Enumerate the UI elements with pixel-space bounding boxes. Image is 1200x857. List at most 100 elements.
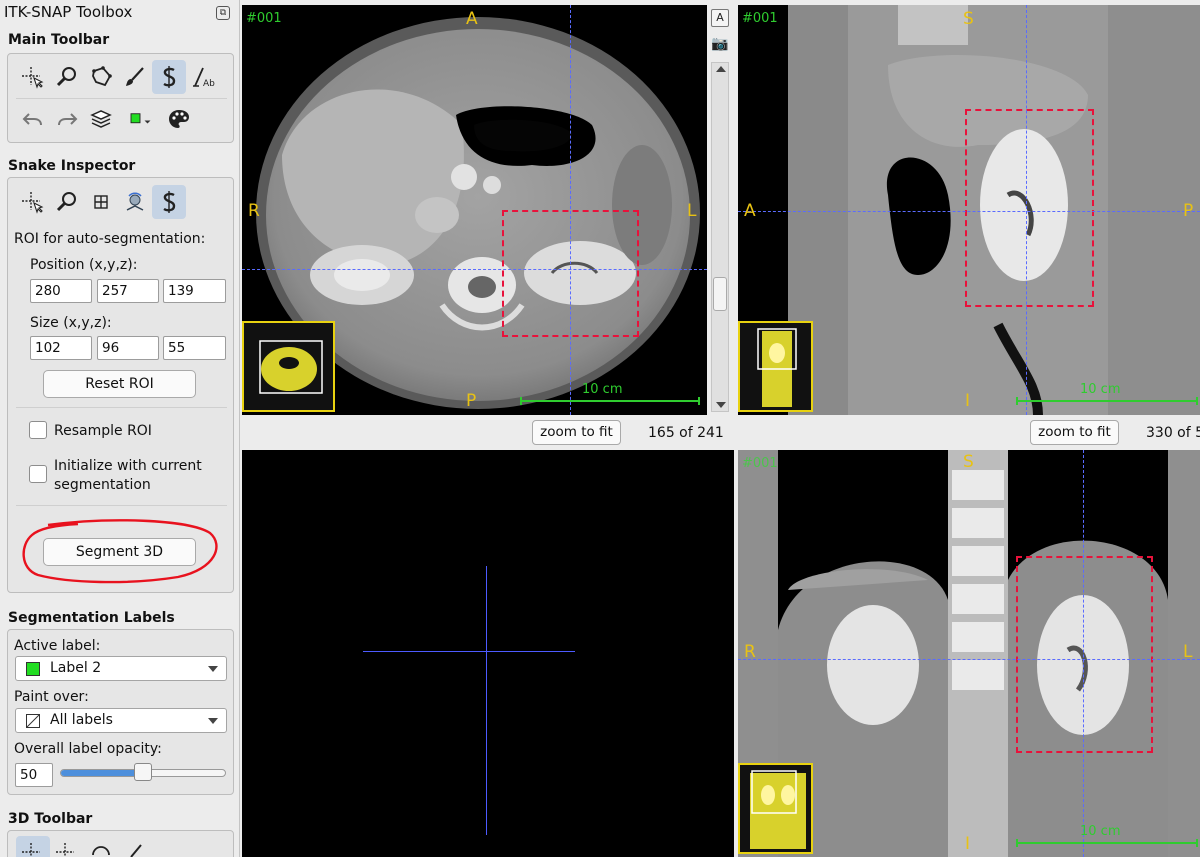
annotation-icon[interactable]: Ab	[186, 60, 220, 94]
resample-roi-checkbox[interactable]	[29, 421, 47, 439]
zoom-icon[interactable]	[50, 185, 84, 219]
annotation-ring	[22, 519, 218, 584]
scale-label: 10 cm	[1080, 382, 1121, 397]
label-color-swatch	[26, 662, 40, 676]
layer-number: #001	[742, 456, 778, 471]
3d-crosshair-vertical	[486, 566, 487, 835]
crosshair-alt-icon[interactable]	[50, 836, 84, 857]
position-z-field[interactable]: 139	[163, 279, 226, 303]
roi-box[interactable]	[965, 109, 1094, 307]
main-tools-row-2	[16, 101, 196, 137]
active-label-select[interactable]: Label 2	[15, 656, 227, 681]
inspector-divider-2	[16, 505, 227, 506]
main-toolbar-title: Main Toolbar	[8, 32, 110, 48]
orientation-left: A	[744, 201, 756, 221]
crosshair-horizontal	[242, 269, 707, 270]
paintbrush-icon[interactable]	[118, 60, 152, 94]
scale-label: 10 cm	[582, 382, 623, 397]
scroll-up-icon[interactable]	[716, 66, 726, 72]
opacity-slider-thumb[interactable]	[134, 763, 152, 781]
undo-icon[interactable]	[16, 102, 50, 136]
segmentation-labels-group: Active label: Label 2 Paint over: All la…	[7, 629, 234, 795]
snake-icon[interactable]	[152, 185, 186, 219]
scale-label: 10 cm	[1080, 824, 1121, 839]
layers-icon[interactable]	[84, 102, 118, 136]
label-color-icon[interactable]	[118, 102, 162, 136]
scroll-down-icon[interactable]	[716, 402, 726, 408]
paint-over-select[interactable]: All labels	[15, 708, 227, 733]
layer-number: #001	[246, 11, 282, 26]
crosshair-3d-icon[interactable]	[16, 836, 50, 857]
paint-over-title: Paint over:	[14, 689, 89, 705]
zoom-to-fit-button[interactable]: zoom to fit	[1030, 420, 1119, 445]
sagittal-statusbar: zoom to fit 330 of 5	[738, 415, 1200, 450]
resample-roi-label: Resample ROI	[54, 423, 152, 439]
size-y-field[interactable]: 96	[97, 336, 159, 360]
zoom-to-fit-button[interactable]: zoom to fit	[532, 420, 621, 445]
snake-tools-row	[16, 184, 186, 220]
all-labels-icon	[26, 714, 40, 728]
opacity-title: Overall label opacity:	[14, 741, 162, 757]
orientation-left: R	[248, 201, 260, 221]
paint-over-value: All labels	[50, 712, 113, 728]
scale-bar	[520, 397, 700, 405]
palette-icon[interactable]	[162, 102, 196, 136]
axial-thumbnail[interactable]	[242, 321, 335, 412]
roi-box[interactable]	[1016, 556, 1153, 753]
sagittal-view[interactable]: #001 S I A P 10 cm	[738, 5, 1200, 415]
toolbox-title: ITK-SNAP Toolbox	[4, 3, 133, 21]
position-y-field[interactable]: 257	[97, 279, 159, 303]
crosshair-icon[interactable]	[16, 185, 50, 219]
crosshair-horizontal	[738, 659, 1200, 660]
coronal-thumbnail[interactable]	[738, 763, 813, 854]
initialize-checkbox[interactable]	[29, 465, 47, 483]
zoom-icon[interactable]	[50, 60, 84, 94]
toolbar-divider	[16, 98, 227, 99]
3d-view-icon[interactable]	[118, 185, 152, 219]
crosshair-vertical	[570, 5, 571, 415]
position-x-field[interactable]: 280	[30, 279, 92, 303]
snake-inspector-title: Snake Inspector	[8, 158, 136, 174]
opacity-slider-fill	[61, 770, 143, 776]
roi-label: ROI for auto-segmentation:	[14, 231, 206, 247]
redo-icon[interactable]	[50, 102, 84, 136]
orientation-bottom: I	[965, 834, 971, 854]
scalpel-icon[interactable]	[118, 836, 152, 857]
svg-text:Ab: Ab	[203, 79, 215, 89]
axial-statusbar: zoom to fit 165 of 241	[242, 415, 734, 450]
3d-toolbar-group	[7, 830, 234, 857]
layout-grid-icon[interactable]	[84, 185, 118, 219]
crosshair-vertical	[1083, 450, 1084, 857]
orientation-top: S	[963, 452, 974, 472]
reset-roi-button[interactable]: Reset ROI	[43, 370, 196, 398]
slice-scrollbar[interactable]	[711, 62, 729, 412]
orientation-right: L	[1183, 642, 1193, 662]
annotation-toggle-button[interactable]: A	[711, 9, 729, 27]
crosshair-icon[interactable]	[16, 60, 50, 94]
detach-icon[interactable]: ⧉	[216, 6, 230, 20]
chevron-down-icon	[208, 718, 218, 724]
3d-view[interactable]	[242, 450, 734, 857]
size-z-field[interactable]: 55	[163, 336, 226, 360]
coronal-view[interactable]: #001 S I R L 10 cm	[738, 450, 1200, 857]
snake-icon[interactable]	[152, 60, 186, 94]
size-x-field[interactable]: 102	[30, 336, 92, 360]
scale-bar	[1016, 397, 1198, 405]
polygon-icon[interactable]	[84, 60, 118, 94]
slice-scroll-thumb[interactable]	[713, 277, 727, 311]
segmentation-labels-title: Segmentation Labels	[8, 610, 175, 626]
rotate-icon[interactable]	[84, 836, 118, 857]
slice-number: 165 of 241	[648, 425, 724, 441]
orientation-left: R	[744, 642, 756, 662]
main-tools-row: Ab	[16, 59, 220, 95]
active-label-value: Label 2	[50, 660, 102, 676]
axial-view-sidebar: A 📷	[707, 5, 734, 415]
orientation-right: L	[687, 201, 697, 221]
axial-view[interactable]: #001 A P R L 10 cm	[242, 5, 707, 415]
opacity-field[interactable]: 50	[15, 763, 53, 787]
size-label: Size (x,y,z):	[30, 315, 112, 331]
camera-icon[interactable]: 📷	[711, 36, 729, 54]
scale-bar	[1016, 839, 1198, 847]
position-label: Position (x,y,z):	[30, 257, 138, 273]
sagittal-thumbnail[interactable]	[738, 321, 813, 412]
